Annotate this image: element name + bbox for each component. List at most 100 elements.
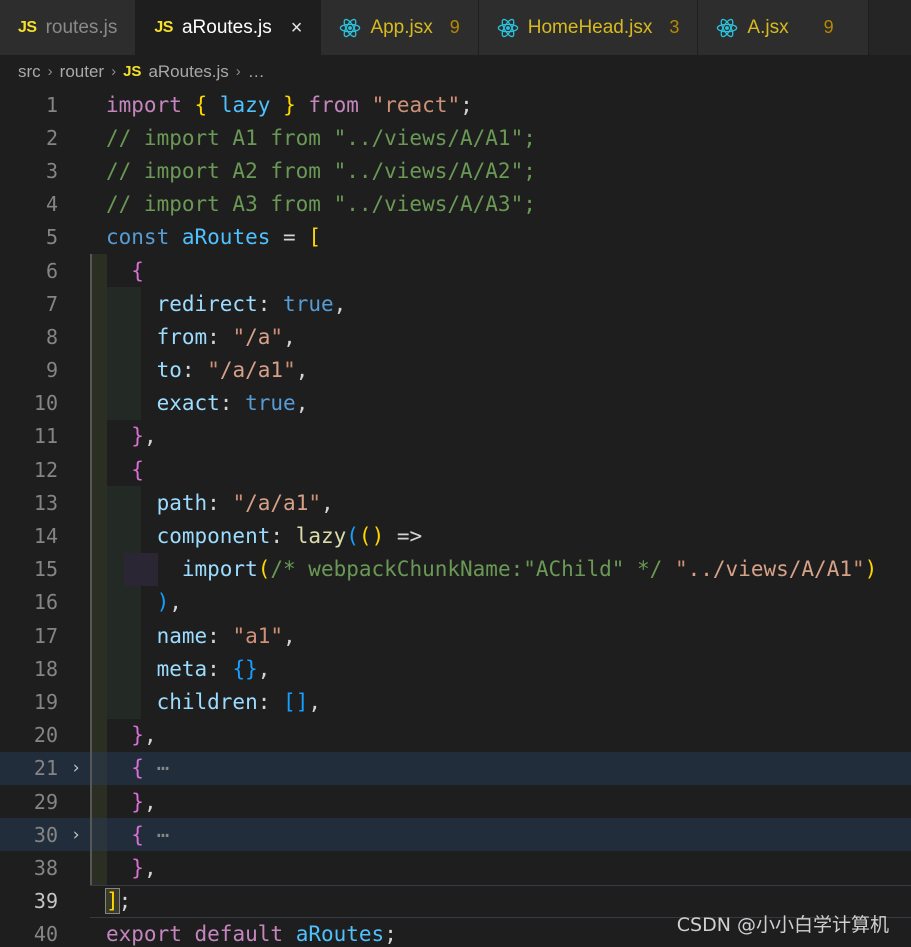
indent-guide [90, 818, 107, 852]
indent-guide-bar [90, 718, 92, 752]
breadcrumb-item-router[interactable]: router [60, 62, 104, 82]
line-number: 19 [33, 689, 58, 714]
indent-guide [90, 685, 107, 719]
code-line: 9 to: "/a/a1", [0, 353, 911, 387]
js-file-icon: JS [154, 18, 173, 36]
tab-label: aRoutes.js [181, 16, 272, 38]
chevron-right-icon: › [47, 63, 53, 80]
code-text: { [131, 258, 144, 283]
line-number: 12 [33, 457, 58, 482]
line-number: 5 [45, 225, 58, 250]
chevron-right-icon: › [111, 63, 117, 80]
code-text: import(/* webpackChunkName:"AChild" */ "… [181, 557, 878, 582]
code-line: 7 redirect: true, [0, 287, 911, 321]
indent-guide [90, 552, 107, 586]
fold-toggle-collapsed-icon[interactable]: › [62, 825, 90, 845]
indent-guide-bar [90, 619, 92, 653]
indent-guide [90, 652, 107, 686]
breadcrumb: src › router › JS aRoutes.js › … [0, 55, 911, 88]
code-text: import { lazy } from "react"; [106, 92, 473, 117]
line-number: 39 [33, 889, 58, 914]
code-line: 8 from: "/a", [0, 320, 911, 354]
code-line: 10 exact: true, [0, 386, 911, 420]
code-text: // import A3 from "../views/A/A3"; [106, 192, 536, 217]
line-number: 30 [33, 822, 58, 847]
indent-guide-bar [90, 784, 92, 819]
line-number: 10 [33, 391, 58, 416]
code-text: component: lazy(() => [156, 524, 423, 549]
code-line: 3 // import A2 from "../views/A/A2"; [0, 154, 911, 187]
indent-guide [90, 287, 107, 321]
tab-a-jsx[interactable]: A.jsx 9 [698, 0, 869, 55]
line-number: 29 [33, 789, 58, 814]
tab-badge: 3 [669, 17, 680, 37]
indent-guide [90, 619, 107, 653]
indent-guide-bar [90, 253, 92, 288]
code-line: 13 path: "/a/a1", [0, 486, 911, 520]
editor-tab-bar: JS routes.js JS aRoutes.js × App.jsx 9 H… [0, 0, 911, 55]
code-line: 29 }, [0, 784, 911, 819]
code-line: 14 component: lazy(() => [0, 519, 911, 553]
js-file-icon: JS [123, 63, 142, 80]
indent-guide [90, 784, 107, 819]
breadcrumb-item-symbols[interactable]: … [248, 62, 265, 82]
line-number: 8 [45, 324, 58, 349]
code-line: 38 }, [0, 851, 911, 885]
fold-toggle-collapsed-icon[interactable]: › [62, 758, 90, 778]
code-line: 11 }, [0, 419, 911, 454]
indent-guide-bar [90, 685, 92, 719]
breadcrumb-item-file[interactable]: aRoutes.js [148, 62, 228, 82]
indent-guide [90, 419, 107, 454]
indent-guide [90, 453, 107, 487]
code-line-folded: 30 › { ⋯ [0, 818, 911, 852]
line-number: 11 [33, 424, 58, 449]
code-text: // import A1 from "../views/A/A1"; [106, 125, 536, 150]
tab-homehead-jsx[interactable]: HomeHead.jsx 3 [478, 0, 699, 55]
line-number: 13 [33, 490, 58, 515]
code-text: name: "a1", [156, 623, 296, 648]
indent-guide [90, 751, 107, 785]
code-line: 1 import { lazy } from "react"; [0, 88, 911, 121]
tab-badge: 9 [449, 17, 460, 37]
tab-aroutes-js[interactable]: JS aRoutes.js × [136, 0, 322, 55]
tab-routes-js[interactable]: JS routes.js [0, 0, 137, 55]
chevron-right-icon: › [235, 63, 241, 80]
tab-badge: 9 [823, 17, 834, 37]
line-number: 15 [33, 557, 58, 582]
line-number: 6 [45, 258, 58, 283]
code-text: }, [131, 723, 157, 748]
code-line: 12 { [0, 453, 911, 487]
line-number: 2 [45, 125, 58, 150]
code-text: ), [156, 590, 182, 615]
indent-guide [90, 486, 107, 520]
code-line: 5 const aRoutes = [ [0, 221, 911, 254]
line-number: 20 [33, 723, 58, 748]
code-text: // import A2 from "../views/A/A2"; [106, 158, 536, 183]
indent-guide-bar [90, 552, 92, 586]
watermark: CSDN @小小白学计算机 [676, 914, 889, 936]
indent-guide [90, 519, 107, 553]
code-line: 17 name: "a1", [0, 619, 911, 653]
close-icon[interactable]: × [291, 18, 303, 38]
indent-guide-bar [90, 287, 92, 321]
breadcrumb-item-src[interactable]: src [18, 62, 41, 82]
code-line: 18 meta: {}, [0, 652, 911, 686]
line-number: 21 [33, 756, 58, 781]
line-number: 40 [33, 922, 58, 947]
code-text: { ⋯ [131, 756, 170, 781]
code-text: to: "/a/a1", [156, 358, 309, 383]
line-number: 9 [45, 358, 58, 383]
code-text: ]; [105, 888, 132, 915]
tab-label: App.jsx [370, 16, 433, 38]
code-line: 6 { [0, 253, 911, 288]
line-number: 38 [33, 855, 58, 880]
code-text: }, [131, 789, 157, 814]
code-editor[interactable]: 1 import { lazy } from "react"; 2 // imp… [0, 88, 911, 947]
tab-app-jsx[interactable]: App.jsx 9 [321, 0, 479, 55]
code-line: 16 ), [0, 585, 911, 619]
indent-guide [90, 386, 107, 420]
code-text: const aRoutes = [ [106, 225, 322, 250]
code-line: 19 children: [], [0, 685, 911, 719]
react-file-icon [339, 17, 361, 39]
indent-guide-bar [90, 751, 92, 785]
